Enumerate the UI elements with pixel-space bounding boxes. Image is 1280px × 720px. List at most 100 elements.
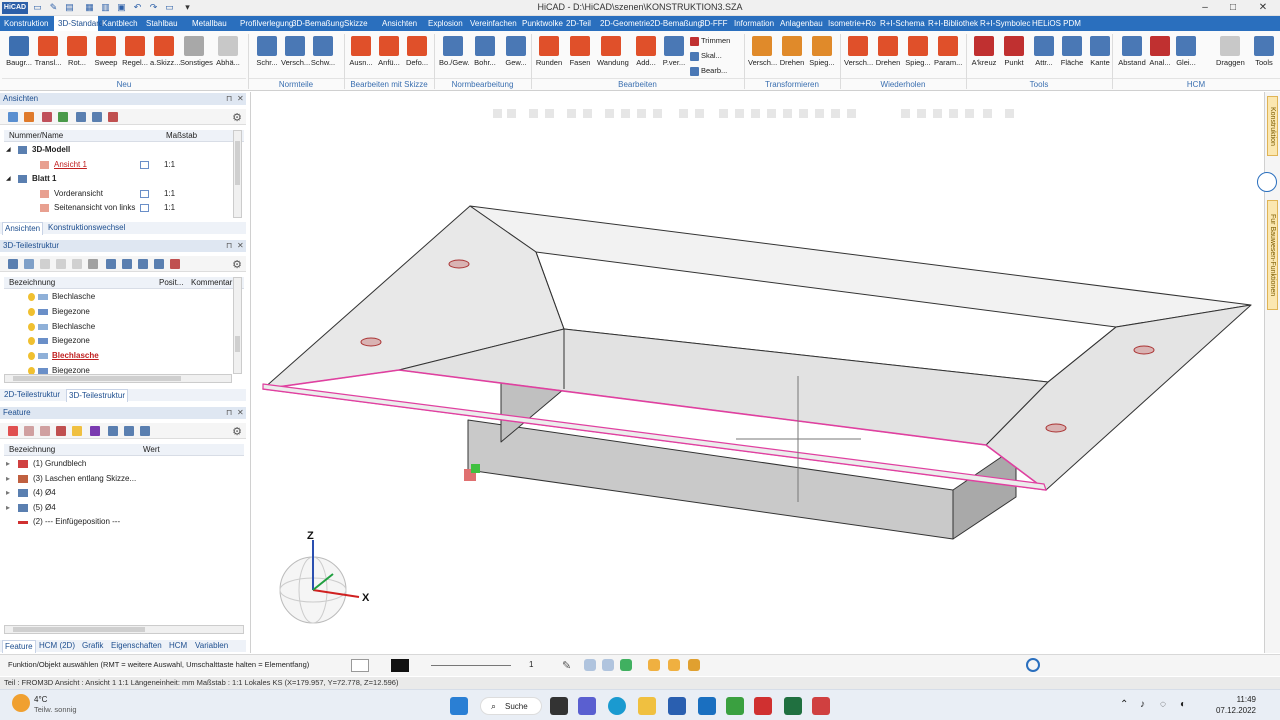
tab-hcm-2d[interactable]: HCM (2D)	[37, 640, 77, 652]
vtab-konstruktion[interactable]: Konstruktion	[1267, 96, 1278, 156]
skal--button[interactable]: Skal...	[690, 51, 722, 61]
explorer-icon[interactable]	[638, 697, 656, 715]
feature-recalc-icon[interactable]	[56, 426, 66, 436]
drehen-button[interactable]: Drehen	[778, 34, 806, 76]
feature-edit-icon[interactable]	[24, 426, 34, 436]
weather-temp[interactable]: 4°C	[34, 695, 47, 704]
tab-r-i-bibliothek[interactable]: R+I-Bibliothek	[924, 16, 978, 31]
tree-row[interactable]: ◢ 3D-Modell	[4, 143, 236, 158]
tree-row[interactable]: Seitenansicht von links 1:1	[4, 201, 236, 216]
expand-icon[interactable]: ▸	[6, 472, 10, 487]
spieg--button[interactable]: Spieg...	[808, 34, 836, 76]
tab-3d-standard[interactable]: 3D-Standard	[54, 16, 103, 31]
versch--button[interactable]: Versch...	[748, 34, 777, 76]
gear-icon[interactable]: ⚙	[232, 425, 242, 438]
app-icon[interactable]	[726, 697, 744, 715]
part-row[interactable]: Biegezone	[4, 334, 236, 349]
tab-anlagenbau[interactable]: Anlagenbau	[776, 16, 824, 31]
a-kreuz-button[interactable]: A'kreuz	[970, 34, 998, 76]
close-panel-icon[interactable]: ✕	[237, 407, 244, 419]
tab-metallbau[interactable]: Metallbau	[188, 16, 236, 31]
expand-icon[interactable]: ▸	[6, 501, 10, 516]
col-wert[interactable]: Wert	[143, 444, 160, 456]
shape-icon[interactable]	[351, 659, 369, 672]
p-ver--button[interactable]: P.ver...	[660, 34, 688, 76]
snap-icon[interactable]	[668, 659, 680, 671]
insertion-point-marker[interactable]	[464, 464, 480, 481]
pin-icon[interactable]: ⊓	[226, 93, 232, 105]
expand-icon[interactable]: ▸	[6, 486, 10, 501]
teilestruktur-scrollbar[interactable]	[233, 277, 242, 374]
microphone-icon[interactable]: ♪	[1140, 699, 1145, 710]
feature-row[interactable]: ▸ (3) Laschen entlang Skizze...	[4, 472, 236, 487]
app-icon[interactable]	[812, 697, 830, 715]
tab-profilverlegung[interactable]: Profilverlegung	[236, 16, 293, 31]
tab-isometrie-ro[interactable]: Isometrie+Ro	[824, 16, 876, 31]
tree-row[interactable]: Ansicht 1 1:1	[4, 158, 236, 173]
close-panel-icon[interactable]: ✕	[237, 93, 244, 105]
tab-stahlbau[interactable]: Stahlbau	[142, 16, 188, 31]
clock-time[interactable]: 11:49	[1212, 695, 1256, 704]
teams-icon[interactable]	[578, 697, 596, 715]
sonstiges-button[interactable]: Sonstiges	[180, 34, 213, 76]
volume-icon[interactable]: ◐	[1180, 699, 1186, 710]
expand-all-icon[interactable]	[122, 259, 132, 269]
edit-icon[interactable]	[24, 259, 34, 269]
glei--button[interactable]: Glei...	[1172, 34, 1200, 76]
feature-row[interactable]: ▸ (4) Ø4	[4, 486, 236, 501]
snap-icon[interactable]	[620, 659, 632, 671]
snap-icon[interactable]	[602, 659, 614, 671]
search-icon[interactable]	[8, 259, 18, 269]
snap-icon[interactable]	[688, 659, 700, 671]
fasen-button[interactable]: Fasen	[566, 34, 594, 76]
feature-level-icon[interactable]	[140, 426, 150, 436]
draggen-button[interactable]: Draggen	[1216, 34, 1245, 76]
hicad-icon[interactable]	[754, 697, 772, 715]
feature-new-icon[interactable]	[8, 426, 18, 436]
weather-icon[interactable]	[12, 694, 30, 712]
clock-date[interactable]: 07.12.2022	[1212, 706, 1256, 715]
tab-vereinfachen[interactable]: Vereinfachen	[466, 16, 518, 31]
gear-icon[interactable]: ⚙	[232, 258, 242, 271]
part-row[interactable]: Blechlasche	[4, 349, 236, 364]
col-bezeichnung[interactable]: Bezeichnung	[9, 444, 55, 456]
defo--button[interactable]: Defo...	[403, 34, 431, 76]
weather-text[interactable]: Teilw. sonnig	[34, 705, 77, 714]
part-row[interactable]: Blechlasche	[4, 290, 236, 305]
collapse-all-icon[interactable]	[138, 259, 148, 269]
trimmen-button[interactable]: Trimmen	[690, 36, 730, 46]
tab-explosion[interactable]: Explosion	[424, 16, 466, 31]
tab-ansichten[interactable]: Ansichten	[378, 16, 424, 31]
tools-button[interactable]: Tools	[1250, 34, 1278, 76]
ausn--button[interactable]: Ausn...	[347, 34, 375, 76]
tab-grafik[interactable]: Grafik	[80, 640, 105, 652]
tab-hcm[interactable]: HCM	[167, 640, 189, 652]
bohr--button[interactable]: Bohr...	[471, 34, 499, 76]
tree-icon[interactable]	[106, 259, 116, 269]
tab-3d-bema-ung[interactable]: 3D-Bemaßung	[288, 16, 344, 31]
view-props-icon[interactable]	[140, 189, 149, 198]
feature-expand-icon[interactable]	[108, 426, 118, 436]
tab-2d-teilestruktur[interactable]: 2D-Teilestruktur	[2, 389, 62, 401]
feature-row[interactable]: ▸ (1) Grundblech	[4, 457, 236, 472]
model-canvas[interactable]	[251, 92, 1266, 653]
level-icon[interactable]	[154, 259, 164, 269]
pin-icon[interactable]: ⊓	[226, 407, 232, 419]
fläche-button[interactable]: Fläche	[1058, 34, 1086, 76]
3d-viewport[interactable]: Z X	[250, 92, 1265, 653]
bearb--button[interactable]: Bearb...	[690, 66, 727, 76]
tab-punktwolke[interactable]: Punktwolke	[518, 16, 563, 31]
teilestruktur-hscrollbar[interactable]	[4, 374, 232, 383]
tab-information[interactable]: Information	[730, 16, 776, 31]
maximize-button[interactable]: □	[1220, 1, 1246, 15]
col-position[interactable]: Posit...	[159, 277, 183, 289]
versch--button[interactable]: Versch...	[844, 34, 873, 76]
expand-icon[interactable]	[92, 112, 102, 122]
a-skizz--button[interactable]: a.Skizz...	[150, 34, 180, 76]
task-view-icon[interactable]	[550, 697, 568, 715]
refresh-icon[interactable]	[1026, 658, 1040, 672]
pencil-icon[interactable]: ✎	[562, 659, 571, 672]
wandung-button[interactable]: Wandung	[597, 34, 629, 76]
versch--button[interactable]: Versch...	[281, 34, 310, 76]
col-massstab[interactable]: Maßstab	[166, 130, 197, 142]
